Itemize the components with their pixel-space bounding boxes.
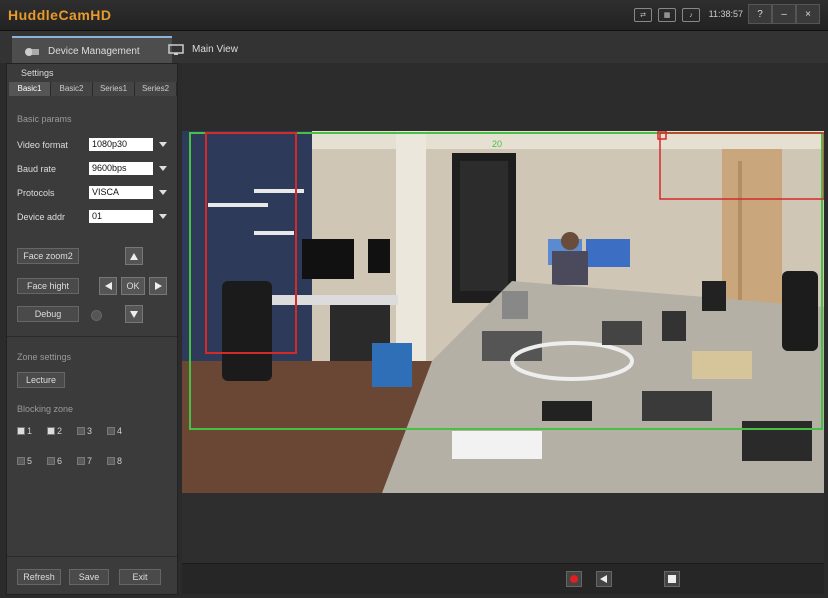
monitor-icon bbox=[168, 43, 184, 55]
zone-checkbox-2[interactable]: 2 bbox=[47, 426, 62, 436]
debug-button[interactable]: Debug bbox=[17, 306, 79, 322]
zone-checkbox-5[interactable]: 5 bbox=[17, 456, 32, 466]
basic-params-label: Basic params bbox=[17, 114, 72, 124]
sound-icon[interactable]: ♪ bbox=[682, 8, 700, 22]
refresh-button[interactable]: Refresh bbox=[17, 569, 61, 585]
divider bbox=[7, 336, 177, 337]
tab-label: Device Management bbox=[48, 46, 140, 57]
minimize-button[interactable]: – bbox=[772, 4, 796, 24]
checkbox-icon bbox=[77, 427, 85, 435]
play-back-icon bbox=[600, 575, 607, 583]
triangle-up-icon bbox=[130, 252, 138, 260]
settings-label: Settings bbox=[21, 68, 54, 78]
zone-checkbox-4[interactable]: 4 bbox=[107, 426, 122, 436]
camera-gear-icon bbox=[25, 47, 39, 56]
zone-checkbox-1[interactable]: 1 bbox=[17, 426, 32, 436]
tab-label: Main View bbox=[192, 44, 238, 55]
zone-checkbox-7[interactable]: 7 bbox=[77, 456, 92, 466]
baud-rate-label: Baud rate bbox=[17, 164, 57, 174]
zone-checkbox-3[interactable]: 3 bbox=[77, 426, 92, 436]
left-arrow-button[interactable] bbox=[99, 277, 117, 295]
stop-button[interactable] bbox=[664, 571, 680, 587]
help-button[interactable]: ? bbox=[748, 4, 772, 24]
video-header-area bbox=[182, 63, 824, 131]
settings-subtabs: Basic1 Basic2 Series1 Series2 bbox=[9, 82, 177, 96]
device-addr-select[interactable]: 01 bbox=[89, 210, 153, 223]
blocking-zone-label: Blocking zone bbox=[17, 404, 74, 414]
video-format-label: Video format bbox=[17, 140, 68, 150]
zone-settings-label: Zone settings bbox=[17, 352, 72, 362]
video-frame: 20 bbox=[182, 131, 824, 493]
app-title: HuddleCamHD bbox=[8, 7, 112, 23]
zone-checkbox-8[interactable]: 8 bbox=[107, 456, 122, 466]
lecture-button[interactable]: Lecture bbox=[17, 372, 65, 388]
checkbox-icon bbox=[17, 427, 25, 435]
triangle-right-icon bbox=[154, 282, 162, 290]
protocols-label: Protocols bbox=[17, 188, 55, 198]
checkbox-icon bbox=[107, 457, 115, 465]
subtab-basic1[interactable]: Basic1 bbox=[9, 82, 51, 96]
tab-device-management[interactable]: Device Management bbox=[12, 36, 172, 65]
checkbox-icon bbox=[17, 457, 25, 465]
title-bar: HuddleCamHD ⇄ ▦ ♪ 11:38:57 ? – × bbox=[0, 0, 828, 31]
video-format-select[interactable]: 1080p30 bbox=[89, 138, 153, 151]
chevron-down-icon[interactable] bbox=[159, 142, 167, 147]
down-arrow-button[interactable] bbox=[125, 305, 143, 323]
record-icon bbox=[570, 575, 578, 583]
face-high-button[interactable]: Face hight bbox=[17, 278, 79, 294]
triangle-down-icon bbox=[130, 310, 138, 318]
subtab-basic2[interactable]: Basic2 bbox=[51, 82, 93, 96]
settings-sidebar: Settings Basic1 Basic2 Series1 Series2 B… bbox=[6, 63, 178, 595]
status-indicator-dot bbox=[91, 310, 102, 321]
face-zoom-button[interactable]: Face zoom2 bbox=[17, 248, 79, 264]
playback-bar bbox=[182, 563, 824, 594]
right-arrow-button[interactable] bbox=[149, 277, 167, 295]
network-icon[interactable]: ⇄ bbox=[634, 8, 652, 22]
chevron-down-icon[interactable] bbox=[159, 166, 167, 171]
subtab-series2[interactable]: Series2 bbox=[135, 82, 177, 96]
checkbox-icon bbox=[47, 457, 55, 465]
checkbox-icon bbox=[47, 427, 55, 435]
close-button[interactable]: × bbox=[796, 4, 820, 24]
subtab-series1[interactable]: Series1 bbox=[93, 82, 135, 96]
save-button[interactable]: Save bbox=[69, 569, 109, 585]
checkbox-icon bbox=[107, 427, 115, 435]
chevron-down-icon[interactable] bbox=[159, 190, 167, 195]
record-button[interactable] bbox=[566, 571, 582, 587]
video-feed[interactable]: 20 bbox=[182, 131, 824, 493]
zone-checkbox-6[interactable]: 6 bbox=[47, 456, 62, 466]
cpu-icon[interactable]: ▦ bbox=[658, 8, 676, 22]
tab-main-view[interactable]: Main View bbox=[156, 36, 260, 63]
checkbox-icon bbox=[77, 457, 85, 465]
triangle-left-icon bbox=[104, 282, 112, 290]
stop-icon bbox=[668, 575, 676, 583]
protocols-select[interactable]: VISCA bbox=[89, 186, 153, 199]
chevron-down-icon[interactable] bbox=[159, 214, 167, 219]
tray-icons: ⇄ ▦ ♪ bbox=[634, 8, 700, 22]
baud-rate-select[interactable]: 9600bps bbox=[89, 162, 153, 175]
main-view-panel: 20 bbox=[182, 63, 824, 594]
ok-button[interactable]: OK bbox=[121, 277, 145, 295]
divider bbox=[7, 556, 177, 557]
main-tabs: Device Management Main View bbox=[0, 31, 828, 65]
up-arrow-button[interactable] bbox=[125, 247, 143, 265]
clock: 11:38:57 bbox=[708, 9, 743, 19]
green-zone-label: 20 bbox=[492, 139, 502, 149]
play-back-button[interactable] bbox=[596, 571, 612, 587]
exit-button[interactable]: Exit bbox=[119, 569, 161, 585]
device-addr-label: Device addr bbox=[17, 212, 66, 222]
